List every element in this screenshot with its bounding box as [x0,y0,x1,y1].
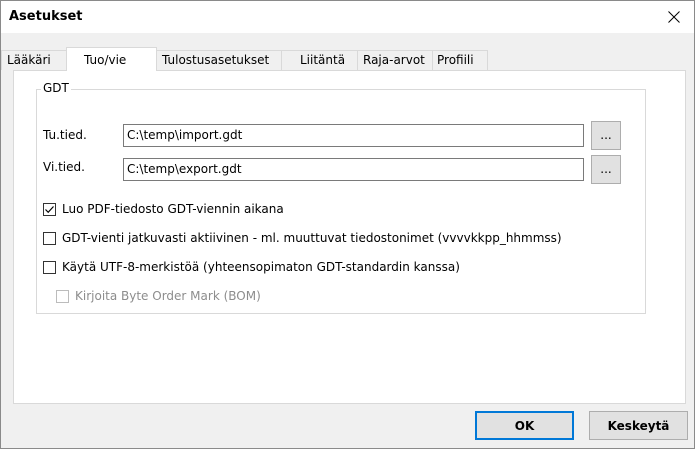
checkbox[interactable] [43,260,56,274]
export-file-input[interactable]: C:\temp\export.gdt [123,158,584,181]
tab-tuo-vie[interactable]: Tuo/vie [66,47,157,71]
checkmark-icon [45,205,54,213]
export-browse-button[interactable]: ... [591,155,621,184]
dialog-client: Lääkäri Tuo/vie Tulostusasetukset Liitän… [1,33,694,448]
gdt-groupbox: GDT Tu.tied. C:\temp\import.gdt ... Vi.t… [36,81,646,314]
title-bar: Asetukset [1,1,694,33]
utf8-option[interactable]: Käytä UTF-8-merkistöä (yhteensopimaton G… [43,260,460,274]
tab-panel-tuo-vie: GDT Tu.tied. C:\temp\import.gdt ... Vi.t… [13,70,686,404]
tab-laakari[interactable]: Lääkäri [1,50,67,70]
tab-tulostusasetukset[interactable]: Tulostusasetukset [156,50,282,70]
pdf-export-option[interactable]: Luo PDF-tiedosto GDT-viennin aikana [43,202,284,216]
checkbox [56,289,69,303]
tab-raja-arvot[interactable]: Raja-arvot [357,50,433,70]
checkbox[interactable] [43,202,56,216]
close-icon [668,11,680,23]
tab-profiili[interactable]: Profiili [432,50,488,70]
bom-label: Kirjoita Byte Order Mark (BOM) [75,289,261,303]
close-button[interactable] [654,1,694,33]
tab-strip: Lääkäri Tuo/vie Tulostusasetukset Liitän… [1,47,694,71]
gdt-group-label: GDT [41,81,71,95]
pdf-export-label: Luo PDF-tiedosto GDT-viennin aikana [62,202,284,216]
continuous-export-label: GDT-vienti jatkuvasti aktiivinen - ml. m… [62,231,562,245]
export-file-label: Vi.tied. [43,160,85,174]
import-file-label: Tu.tied. [43,128,87,142]
import-browse-button[interactable]: ... [591,121,621,150]
bom-option: Kirjoita Byte Order Mark (BOM) [56,289,261,303]
utf8-label: Käytä UTF-8-merkistöä (yhteensopimaton G… [62,260,460,274]
settings-dialog: Asetukset Lääkäri Tuo/vie Tulostusasetuk… [0,0,695,449]
import-file-input[interactable]: C:\temp\import.gdt [123,124,584,147]
ok-button[interactable]: OK [475,411,574,440]
tab-liitanta[interactable]: Liitäntä [281,50,358,70]
checkbox[interactable] [43,231,56,245]
window-title: Asetukset [9,9,83,24]
continuous-export-option[interactable]: GDT-vienti jatkuvasti aktiivinen - ml. m… [43,231,562,245]
cancel-button[interactable]: Keskeytä [589,411,688,440]
